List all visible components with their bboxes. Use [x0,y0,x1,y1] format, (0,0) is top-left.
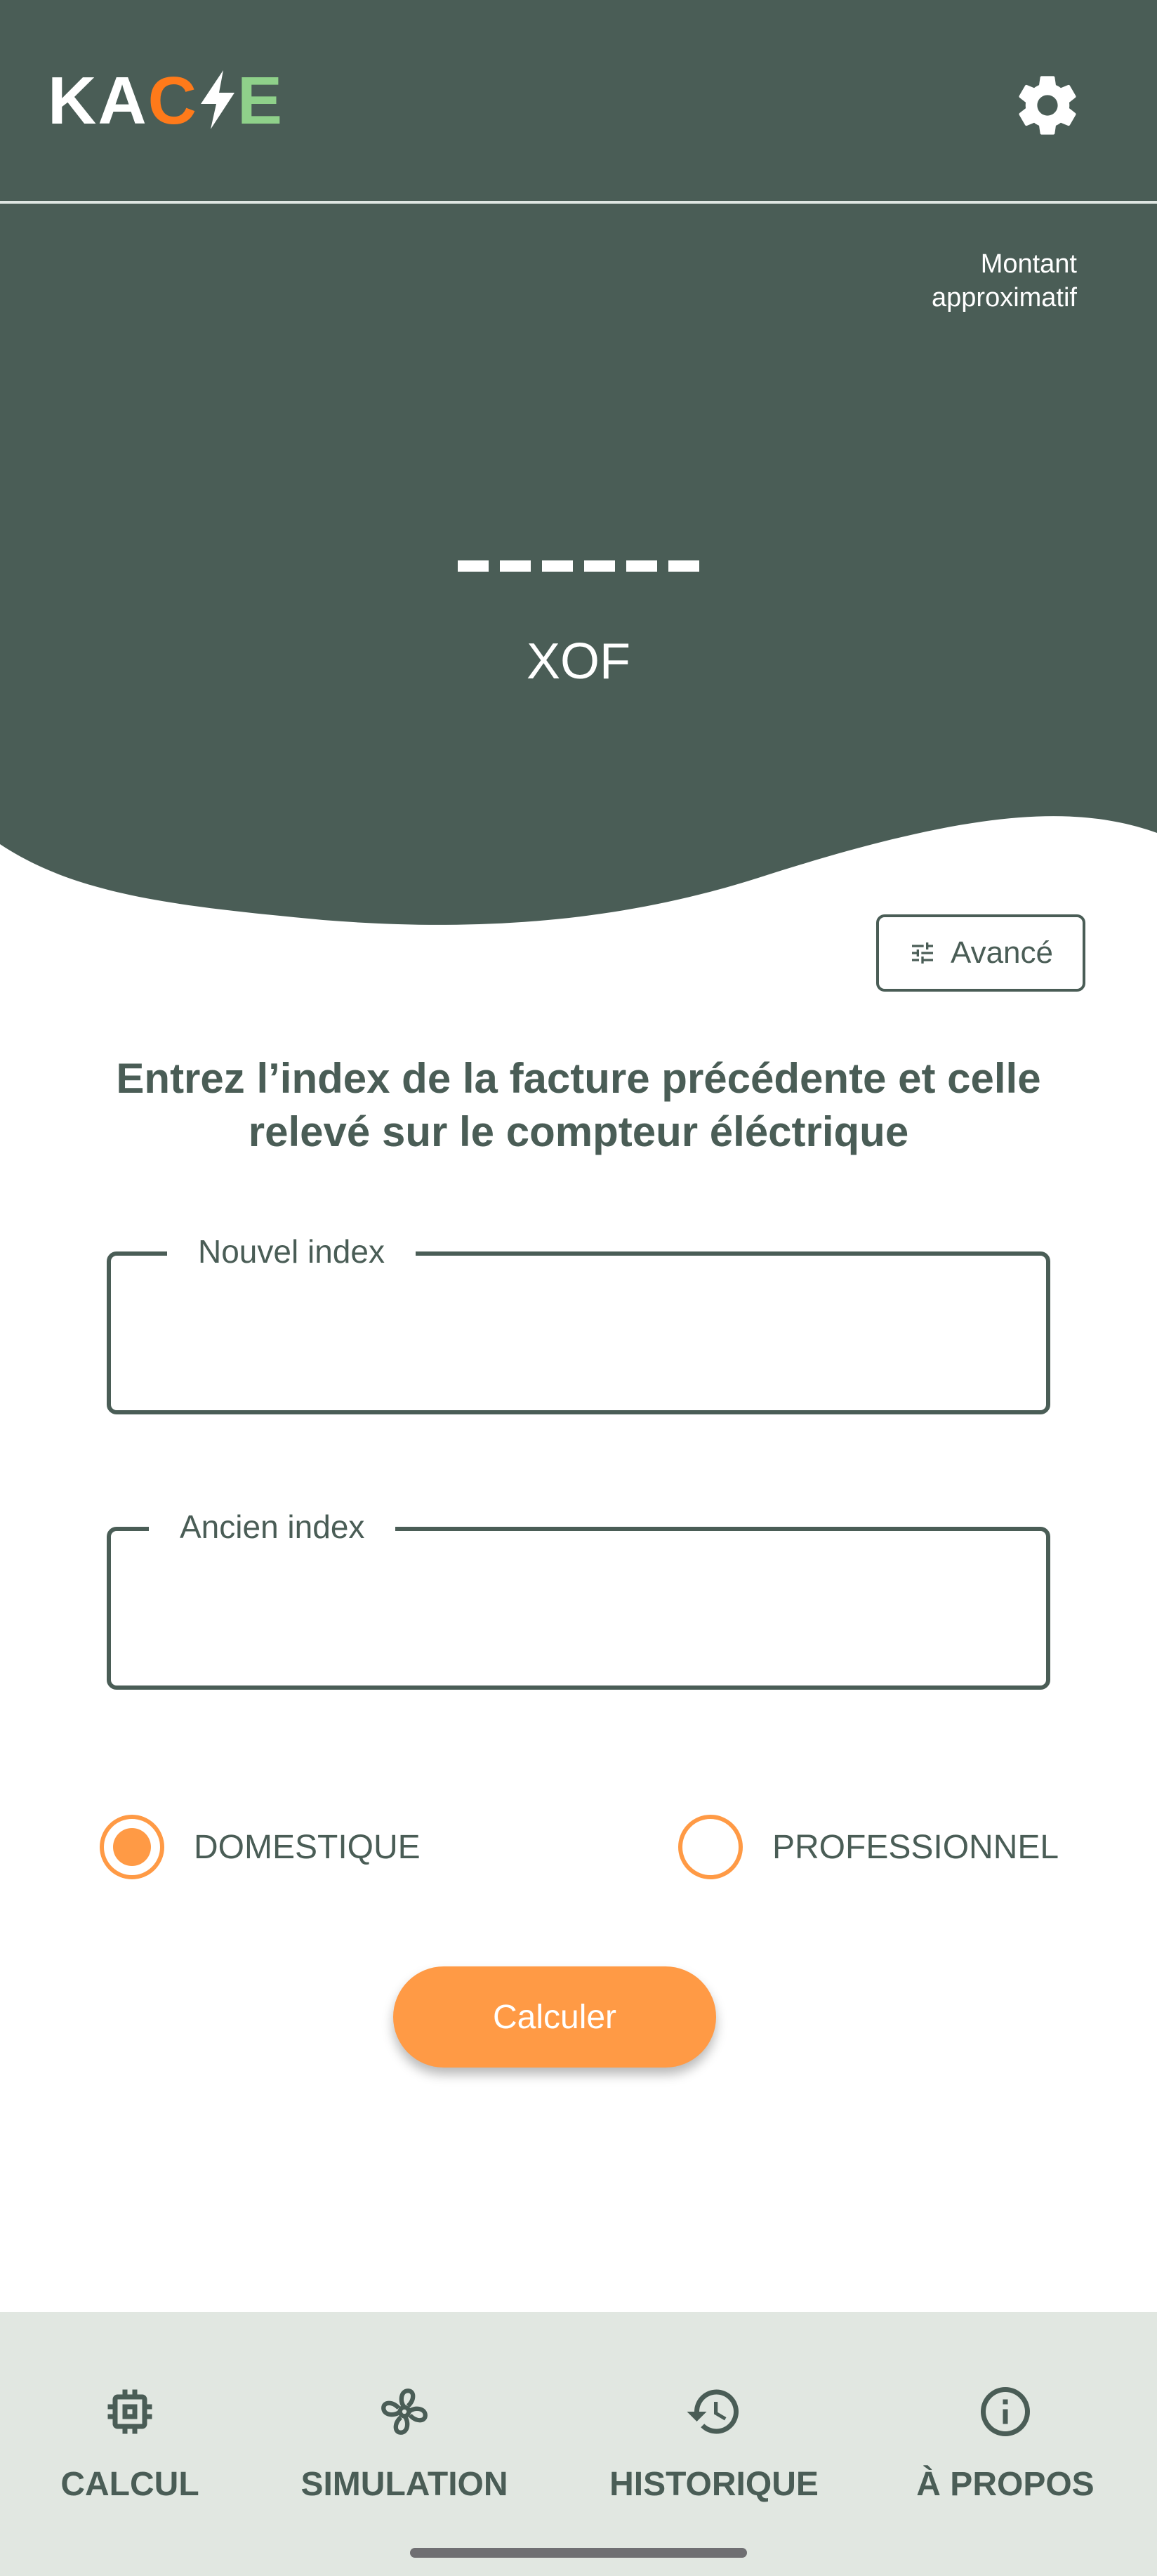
bottom-navigation: CALCUL SIMULATION HISTORIQUE À PROPOS [0,2312,1157,2576]
old-index-label: Ancien index [149,1507,396,1546]
currency-label: XOF [526,633,630,690]
radio-professional-label: PROFESSIONNEL [772,1828,1059,1866]
settings-gear-icon[interactable] [1012,70,1083,140]
advanced-button[interactable]: Avancé [876,914,1085,992]
nav-item-calcul[interactable]: CALCUL [28,2312,232,2523]
calculate-button[interactable]: Calculer [393,1966,716,2068]
logo-letter-c: C [147,63,198,138]
nav-label-historique: HISTORIQUE [609,2466,819,2503]
radio-domestic[interactable]: DOMESTIQUE [100,1815,421,1879]
nav-item-a-propos[interactable]: À PROPOS [913,2312,1098,2523]
sliders-icon [912,942,934,964]
logo-text-start: KA [48,63,148,138]
advanced-button-label: Avancé [951,935,1053,970]
logo-letter-e: E [237,63,284,138]
nav-label-simulation: SIMULATION [300,2466,508,2503]
lightning-bolt-icon [200,70,234,129]
approximate-amount-label: Montant approximatif [932,249,1077,313]
new-index-input[interactable] [139,1298,1010,1361]
radio-unselected-indicator[interactable] [678,1815,743,1879]
nav-item-simulation[interactable]: SIMULATION [292,2312,517,2523]
nav-label-a-propos: À PROPOS [916,2466,1095,2503]
radio-selected-indicator[interactable] [100,1815,164,1879]
chip-icon [107,2389,152,2434]
info-icon [981,2387,1030,2436]
home-indicator[interactable] [410,2548,747,2558]
amount-placeholder-dashes [458,560,699,572]
radio-dot [113,1828,151,1866]
nav-item-historique[interactable]: HISTORIQUE [601,2312,827,2523]
app-logo: KAC E [48,67,284,135]
radio-professional[interactable]: PROFESSIONNEL [678,1815,1059,1879]
old-index-field[interactable]: Ancien index [107,1507,1050,1690]
app-header: KAC E [0,0,1157,201]
history-icon [687,2389,739,2434]
new-index-field[interactable]: Nouvel index [107,1232,1050,1414]
new-index-label: Nouvel index [167,1232,416,1271]
instruction-text: Entrez l’index de la facture précédente … [116,1055,1041,1155]
fan-icon [381,2388,428,2435]
radio-domestic-label: DOMESTIQUE [194,1828,421,1866]
nav-label-calcul: CALCUL [60,2466,199,2503]
hero-background [0,204,1157,925]
old-index-input[interactable] [139,1573,1010,1636]
